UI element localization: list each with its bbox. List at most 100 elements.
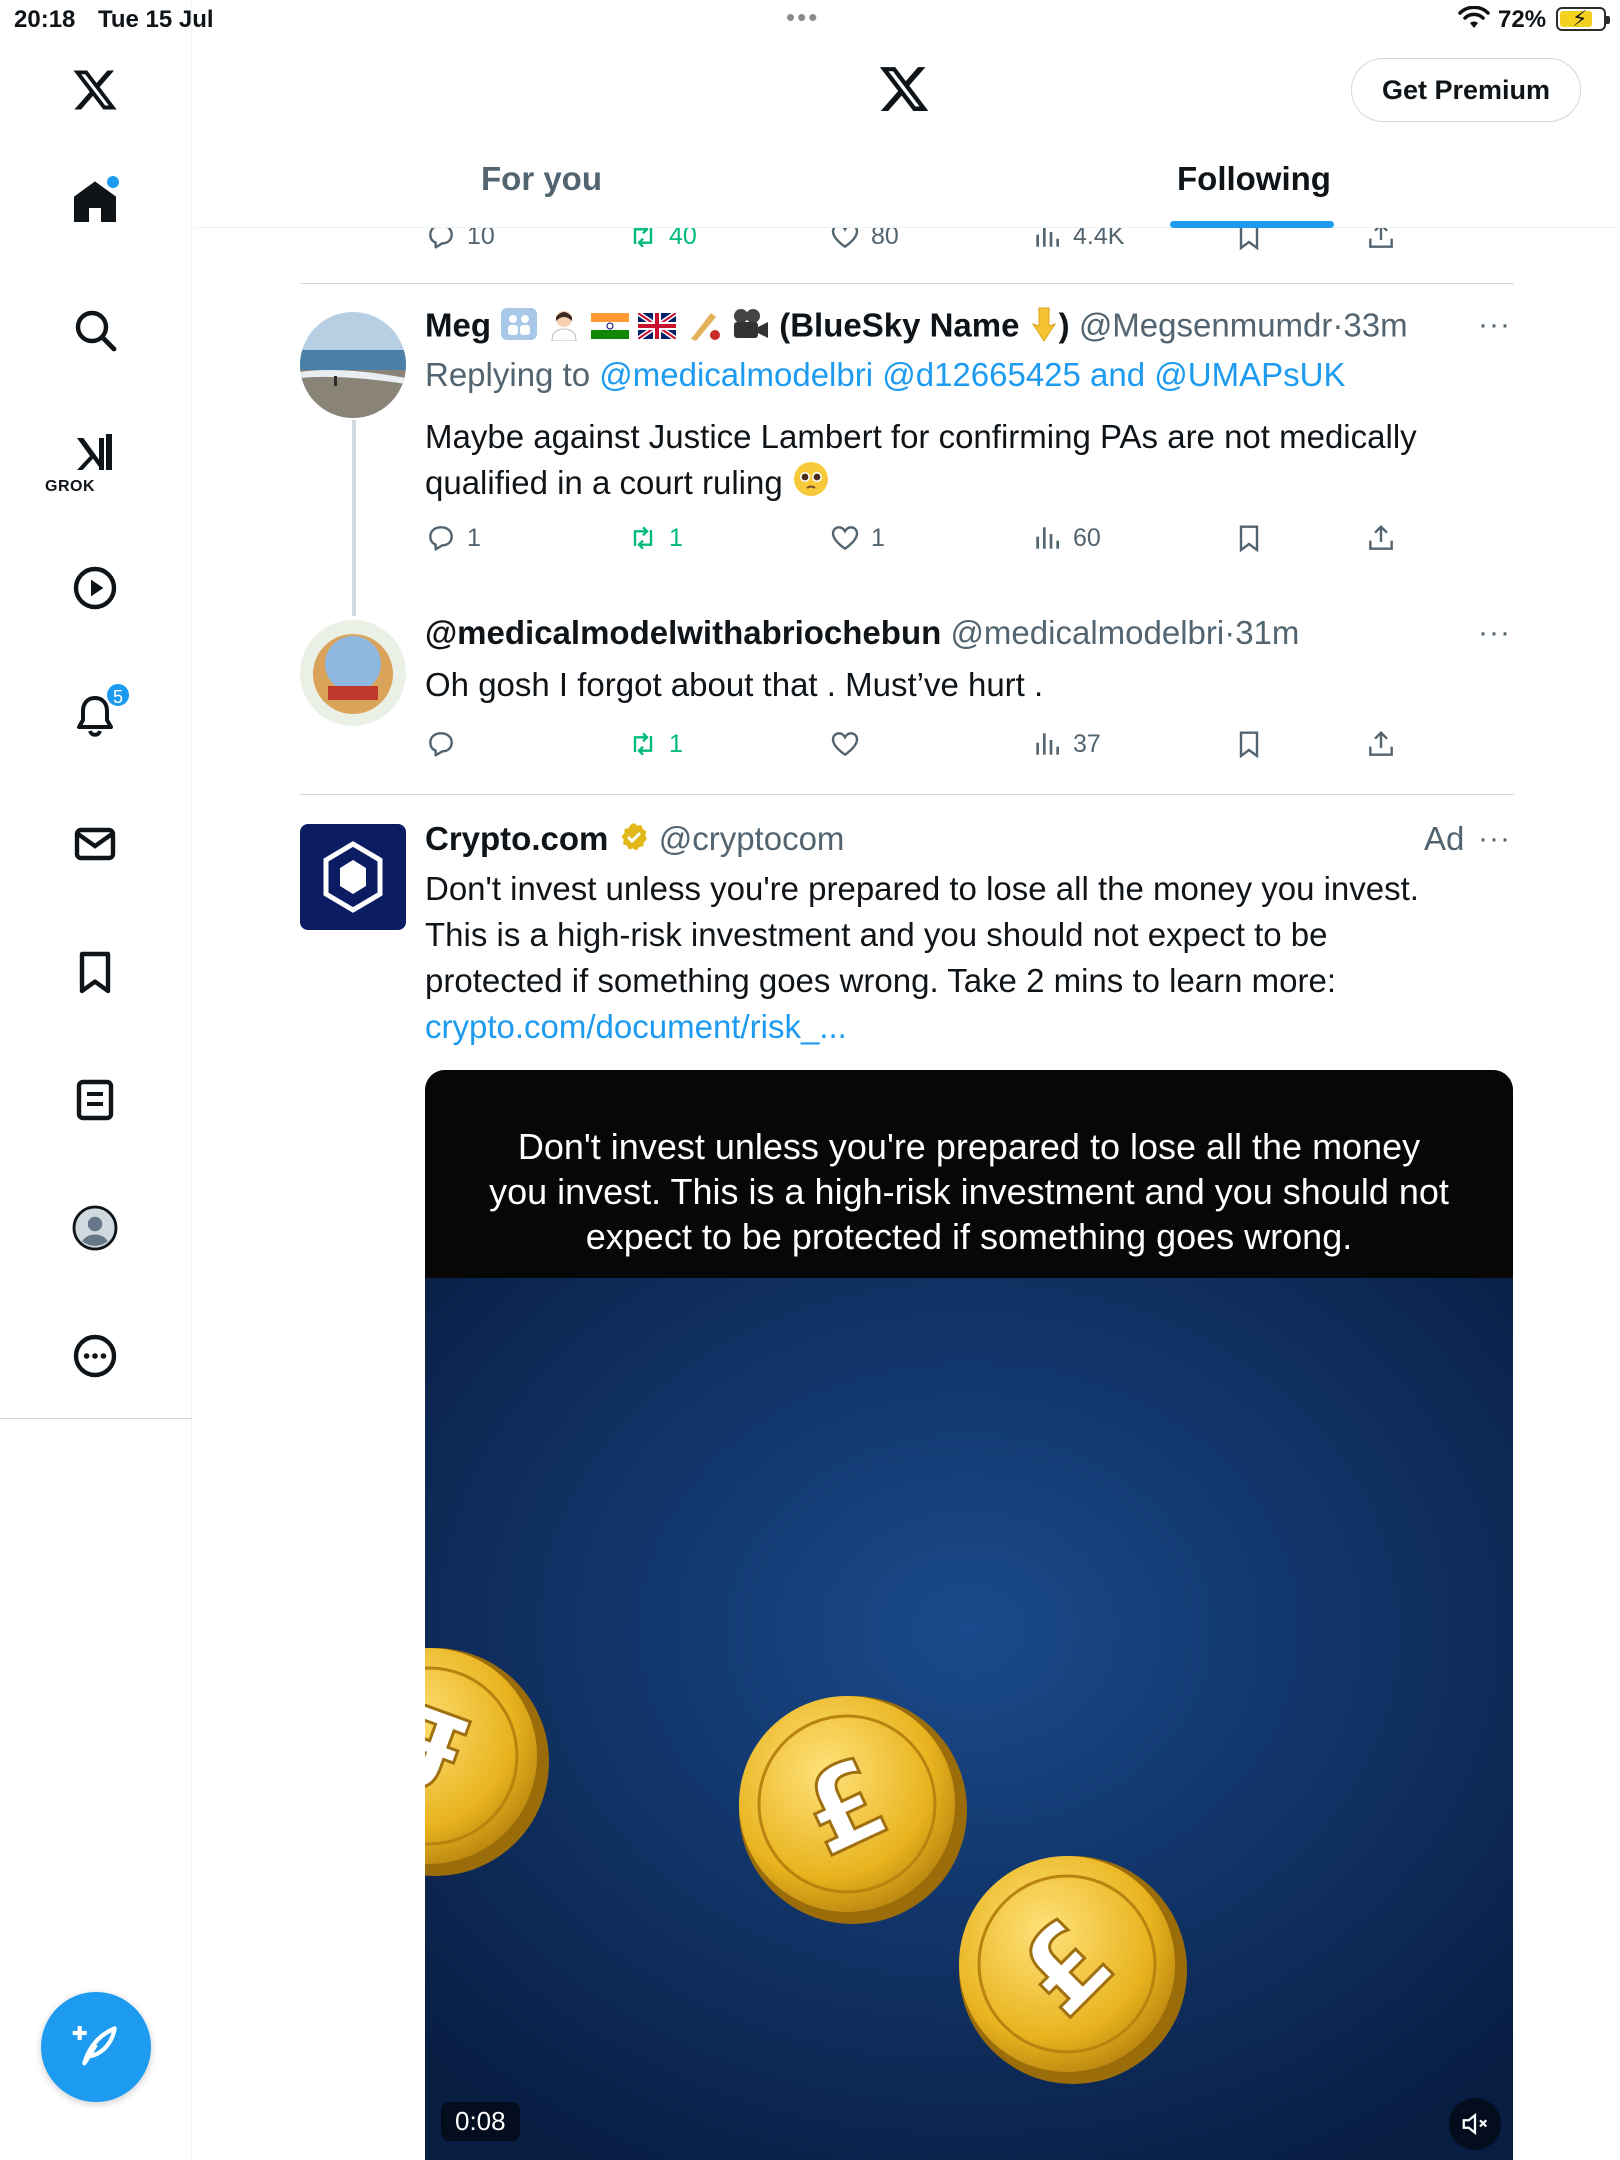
feather-plus-icon — [72, 2026, 117, 2066]
avatar-meg[interactable] — [300, 312, 406, 418]
reply-button[interactable]: 1 — [425, 522, 481, 554]
get-premium-button[interactable]: Get Premium — [1351, 58, 1581, 122]
sidebar: GROK 5 — [0, 0, 192, 2160]
reply-button[interactable] — [425, 728, 467, 760]
bookmark-button[interactable] — [1233, 522, 1275, 554]
reply-icon — [429, 732, 453, 757]
family-emoji-icon — [500, 307, 538, 349]
search-icon — [75, 310, 117, 352]
retweet-icon — [633, 732, 653, 756]
tweet-text-line: Maybe against Justice Lambert for confir… — [425, 418, 1417, 455]
sidebar-divider — [0, 1418, 192, 1419]
timeline-header: Get Premium For you Following — [193, 40, 1620, 228]
verified-gold-badge-icon — [618, 821, 650, 861]
sidebar-item-bookmarks[interactable] — [61, 938, 129, 1006]
home-unread-dot — [107, 176, 119, 188]
sidebar-item-search[interactable] — [61, 296, 129, 364]
active-tab-indicator — [1170, 221, 1334, 228]
handle[interactable]: @cryptocom — [659, 820, 845, 857]
views-count: 37 — [1073, 729, 1101, 758]
reply-icon — [429, 526, 453, 551]
views-button[interactable]: 37 — [1031, 728, 1101, 760]
tab-following[interactable]: Following — [1177, 160, 1331, 198]
retweet-icon — [633, 526, 653, 550]
reply-count: 1 — [467, 523, 481, 552]
replying-to-links[interactable]: @medicalmodelbri @d12665425 and @UMAPsUK — [599, 356, 1345, 393]
x-logo-icon[interactable] — [61, 56, 129, 124]
retweet-button[interactable]: 1 — [627, 522, 683, 554]
avatar-medicalmodel[interactable] — [300, 620, 406, 726]
video-timestamp: 0:08 — [441, 2102, 520, 2141]
display-name[interactable]: @medicalmodelwithabriochebun — [425, 614, 941, 651]
share-button[interactable] — [1365, 522, 1407, 554]
views-button[interactable]: 60 — [1031, 522, 1101, 554]
retweet-count: 1 — [669, 729, 683, 758]
mute-button[interactable] — [1449, 2098, 1501, 2150]
profile-avatar-icon — [72, 1205, 118, 1251]
tweet-text-line: protected if something goes wrong. Take … — [425, 962, 1337, 999]
grok-label: GROK — [45, 478, 95, 495]
cricket-emoji-icon — [685, 307, 721, 349]
replying-prefix: Replying to — [425, 356, 591, 393]
woman-doctor-emoji-icon — [547, 307, 581, 349]
tweet-text-line: qualified in a court ruling — [425, 464, 783, 501]
tweet-header: Crypto.com @cryptocom — [425, 820, 844, 861]
bookmark-button[interactable] — [1233, 728, 1275, 760]
more-options-icon[interactable]: ··· — [1478, 616, 1511, 650]
list-icon — [76, 1079, 114, 1121]
sidebar-item-videos[interactable] — [61, 554, 129, 622]
ad-label: Ad — [1424, 820, 1465, 857]
sidebar-item-home[interactable] — [61, 168, 129, 236]
sidebar-item-more[interactable] — [61, 1322, 129, 1390]
display-name[interactable]: Meg — [425, 307, 491, 344]
sidebar-item-notifications[interactable]: 5 — [61, 682, 131, 750]
timestamp[interactable]: 33m — [1343, 307, 1407, 344]
grok-icon — [77, 434, 112, 470]
sidebar-item-lists[interactable] — [61, 1066, 129, 1134]
tweet-header: @medicalmodelwithabriochebun @medicalmod… — [425, 614, 1300, 651]
ad-video[interactable]: Don't invest unless you're prepared to l… — [425, 1070, 1513, 2160]
like-button[interactable]: 1 — [829, 522, 885, 554]
ad-link[interactable]: crypto.com/document/risk_... — [425, 1004, 1419, 1050]
display-name[interactable]: Crypto.com — [425, 820, 608, 857]
share-icon — [1369, 730, 1393, 756]
sidebar-item-grok[interactable] — [61, 418, 129, 486]
share-button[interactable] — [1365, 728, 1407, 760]
compose-post-button[interactable] — [41, 1992, 151, 2102]
wifi-icon — [1458, 6, 1490, 28]
like-button[interactable] — [829, 728, 871, 760]
speaker-muted-icon — [1462, 2112, 1488, 2136]
video-caption-band: Don't invest unless you're prepared to l… — [425, 1070, 1513, 1278]
india-flag-icon — [590, 309, 629, 347]
movie-camera-emoji-icon — [730, 307, 770, 349]
timeline-divider — [300, 283, 1514, 284]
views-count: 60 — [1073, 523, 1101, 552]
tab-for-you[interactable]: For you — [481, 160, 602, 198]
handle[interactable]: @Megsenmumdr — [1079, 307, 1333, 344]
tweet-text-line: This is a high-risk investment and you s… — [425, 916, 1328, 953]
battery-icon: ⚡ — [1556, 6, 1610, 31]
avatar-cryptocom[interactable] — [300, 824, 406, 930]
more-circle-icon — [73, 1334, 117, 1378]
tweet-text: Oh gosh I forgot about that . Must’ve hu… — [425, 666, 1044, 703]
more-options-icon[interactable]: ··· — [1478, 308, 1511, 342]
sidebar-item-profile[interactable] — [61, 1194, 129, 1262]
x-logo-icon[interactable] — [877, 62, 931, 116]
more-options-icon[interactable]: ··· — [1478, 822, 1511, 856]
coins-video-frame: £ £ £ — [425, 1278, 1513, 2160]
pleading-face-emoji-icon — [792, 460, 830, 510]
heart-icon — [831, 526, 859, 551]
tweet-header: Meg (BlueSky Name ) @Megsenmumdr·33m — [425, 306, 1408, 350]
bookmark-icon — [1239, 525, 1259, 553]
coin: £ — [959, 1856, 1187, 2084]
display-name-suffix[interactable]: (BlueSky Name — [779, 307, 1019, 344]
timestamp[interactable]: 31m — [1235, 614, 1299, 651]
retweet-count: 1 — [669, 523, 683, 552]
handle[interactable]: @medicalmodelbri — [950, 614, 1224, 651]
share-icon — [1369, 524, 1393, 550]
retweet-button[interactable]: 1 — [627, 728, 683, 760]
sidebar-item-messages[interactable] — [61, 810, 129, 878]
coin: £ — [739, 1696, 967, 1924]
bookmark-icon — [1239, 731, 1259, 759]
multitasking-dots-icon[interactable]: ••• — [786, 2, 819, 33]
